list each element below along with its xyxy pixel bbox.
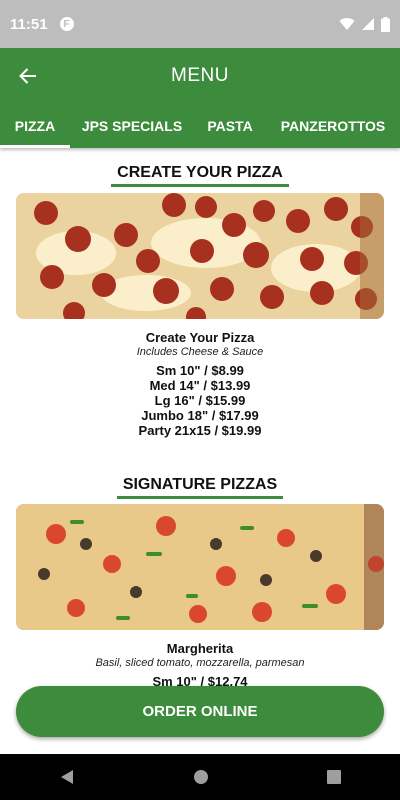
system-nav-bar bbox=[0, 754, 400, 800]
section-title-signature-pizzas: SIGNATURE PIZZAS bbox=[0, 476, 400, 499]
tab-panzerottos[interactable]: PANZEROTTOS bbox=[266, 104, 400, 148]
section-title-create-your-pizza: CREATE YOUR PIZZA bbox=[0, 164, 400, 187]
item-description: Includes Cheese & Sauce bbox=[136, 346, 264, 358]
wifi-icon bbox=[339, 18, 355, 30]
battery-icon bbox=[381, 16, 390, 32]
page-title: MENU bbox=[171, 65, 229, 86]
status-bar: 11:51 F bbox=[0, 0, 400, 48]
app-notification-icon: F bbox=[59, 17, 74, 31]
app-bar: MENU bbox=[0, 48, 400, 104]
nav-recents-icon[interactable] bbox=[327, 770, 341, 784]
tab-jps-specials[interactable]: JPS SPECIALS bbox=[70, 104, 194, 148]
status-left: 11:51 F bbox=[10, 16, 74, 33]
section-title-text: SIGNATURE PIZZAS bbox=[116, 476, 284, 499]
section-title-text: CREATE YOUR PIZZA bbox=[111, 164, 289, 187]
pizza-photo-pepperoni[interactable] bbox=[16, 193, 384, 319]
order-online-button[interactable]: ORDER ONLINE bbox=[16, 686, 384, 737]
price-line: Lg 16" / $15.99 bbox=[154, 393, 246, 408]
price-line: Jumbo 18" / $17.99 bbox=[141, 408, 259, 423]
arrow-left-icon bbox=[19, 68, 36, 84]
pizza-photo-signature[interactable] bbox=[16, 504, 384, 630]
price-line: Party 21x15 / $19.99 bbox=[138, 423, 262, 438]
price-line: Sm 10" / $8.99 bbox=[156, 363, 244, 378]
menu-item-create-your-pizza[interactable]: Create Your Pizza Includes Cheese & Sauc… bbox=[0, 330, 400, 438]
item-name: Margherita bbox=[166, 641, 234, 656]
tab-pizza[interactable]: PIZZA bbox=[0, 104, 70, 148]
pepperoni-pizza-image bbox=[16, 193, 384, 319]
price-line: Med 14" / $13.99 bbox=[149, 378, 251, 393]
item-description: Basil, sliced tomato, mozzarella, parmes… bbox=[95, 657, 305, 669]
cell-signal-icon bbox=[362, 18, 374, 30]
order-online-label: ORDER ONLINE bbox=[142, 703, 258, 720]
signature-pizza-image bbox=[16, 504, 384, 630]
status-icons bbox=[339, 16, 390, 32]
tab-pasta[interactable]: PASTA bbox=[194, 104, 266, 148]
nav-home-icon[interactable] bbox=[193, 769, 209, 785]
status-time: 11:51 bbox=[10, 15, 48, 33]
item-name: Create Your Pizza bbox=[145, 330, 255, 345]
nav-back-icon[interactable] bbox=[59, 769, 75, 785]
back-button[interactable] bbox=[10, 58, 46, 94]
tab-bar: PIZZA JPS SPECIALS PASTA PANZEROTTOS bbox=[0, 104, 400, 148]
menu-item-margherita[interactable]: Margherita Basil, sliced tomato, mozzare… bbox=[0, 641, 400, 689]
menu-content[interactable]: CREATE YOUR PIZZA Create Your Pizza Incl… bbox=[0, 148, 400, 754]
